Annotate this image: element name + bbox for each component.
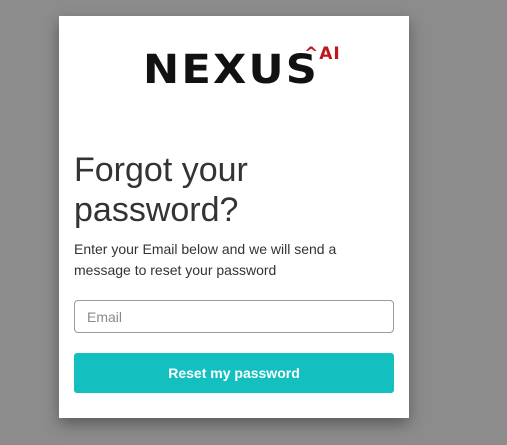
instructions-text: Enter your Email below and we will send … — [74, 241, 337, 278]
logo-wordmark: NEXUS — [143, 47, 319, 93]
reset-password-button[interactable]: Reset my password — [74, 353, 394, 393]
email-field[interactable] — [74, 300, 394, 333]
page-title: Forgot your password? — [74, 151, 248, 229]
logo-ai-mark: ^AI — [304, 44, 341, 64]
forgot-password-card: NEXUS ^AI Forgot your password? Enter yo… — [59, 16, 409, 418]
